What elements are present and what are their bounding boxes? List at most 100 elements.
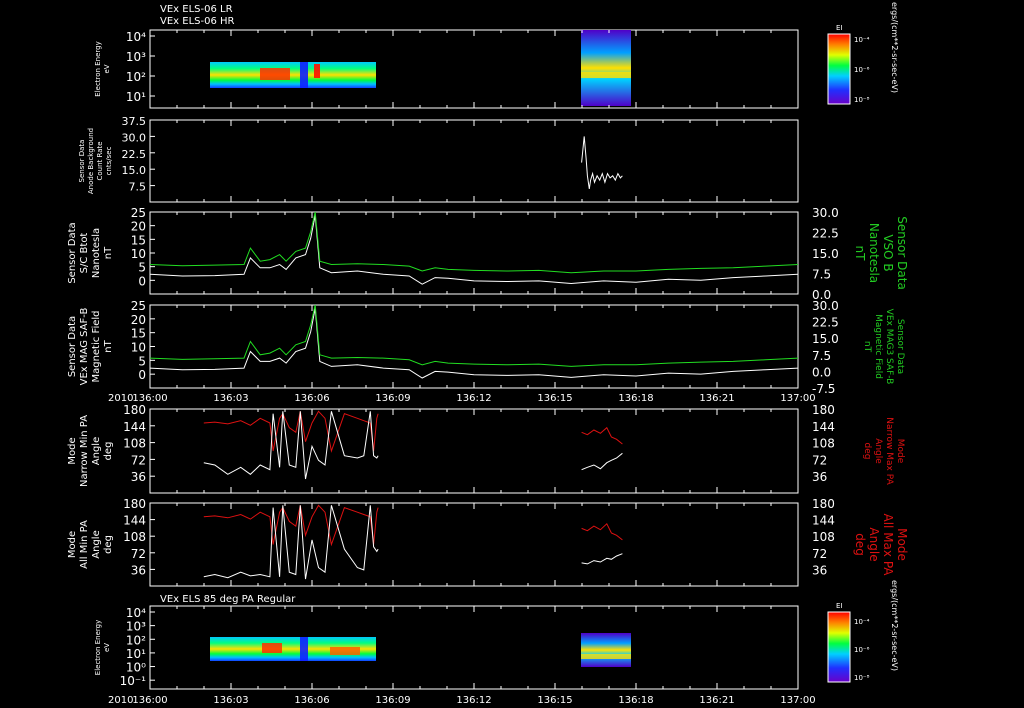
panel-4-ylabel-3: deg (103, 442, 114, 461)
panel-1-ytick-4: 7.5 (129, 181, 147, 194)
panel-2-ytick-0: 25 (131, 206, 146, 220)
panel-2-ytick-1: 20 (131, 220, 146, 234)
colorbar-top-tick-1: 10⁻⁶ (854, 66, 870, 74)
panel-frame-4 (149, 304, 799, 389)
panel-4-ylabel-right-1: Narrow Max PA (884, 417, 894, 485)
panel-2-ylabel-right-3: nT (853, 246, 867, 262)
spectrogram-1 (210, 30, 631, 106)
panel-5-ytick-right-1: 144 (812, 514, 835, 528)
panel-4-ytick-right-0: 180 (812, 403, 835, 417)
panel-2-ytick-3: 10 (131, 247, 146, 261)
panel-2-ylabel-2: Nanotesla (91, 228, 102, 278)
panel-1-ytick-3: 15.0 (122, 164, 147, 177)
panel-5-ylabel-right-1: All Max PA (881, 514, 895, 577)
time-tick-label-mid-5: 136:15 (537, 393, 572, 404)
time-tick-label-mid-8: 137:00 (780, 393, 815, 404)
panel-4-ylabel-1: Narrow Min PA (79, 415, 90, 487)
panel-3-ytick-right-0: 30.0 (812, 299, 839, 313)
panel-0-ytick-0: 10⁴ (126, 30, 146, 44)
panel-5-ylabel-right-3: deg (853, 533, 867, 556)
panel-3-ytick-right-4: 0.0 (812, 365, 831, 379)
panel-3-ytick-3: 10 (131, 341, 146, 355)
panel-frame-6 (149, 502, 799, 587)
colorbar-bottom-units: ergs/(cm**2-sr-sec-eV) (890, 580, 899, 671)
panel-6-ytick-3: 10¹ (126, 647, 146, 661)
spec7-block-b (581, 633, 631, 667)
time-tick-label-bottom-5: 136:15 (537, 695, 572, 706)
panel-4-ytick-4: 36 (131, 470, 146, 484)
colorbar-bottom-tick-1: 10⁻⁶ (854, 646, 870, 654)
panel-5-ytick-right-0: 180 (812, 497, 835, 511)
colorbar-top-tick-0: 10⁻⁴ (854, 36, 870, 44)
time-tick-label-bottom-2: 136:06 (294, 695, 329, 706)
panel-2-ytick-right-2: 15.0 (812, 247, 839, 261)
panel-3-series-0-white-line (149, 308, 799, 379)
panel-1-ylabel-2: Count Rate (96, 141, 104, 180)
panel-3-ylabel-3: nT (103, 339, 114, 352)
panel-5-ytick-3: 72 (131, 547, 146, 561)
spectrogram-7 (210, 633, 631, 667)
spec7-hotspot-b (330, 647, 360, 655)
panel-3-ylabel-1: VEx MAG SAF-B (79, 308, 90, 386)
panel-5-ylabel-3: deg (103, 535, 114, 554)
panel-2-ytick-right-1: 22.5 (812, 227, 839, 241)
panel-5-ylabel-right-2: Angle (867, 527, 881, 561)
colorbar-top-units: ergs/(cm**2-sr-sec-eV) (890, 2, 899, 93)
colorbar-bottom-fill (827, 611, 851, 683)
spec1-band-b (581, 72, 631, 78)
panel-4-series-2-red-line (581, 426, 623, 445)
panel-4-ylabel-2: Angle (91, 437, 102, 465)
multi-panel-plot: VEx ELS-06 LR VEx ELS-06 HR VEx ELS 85 d… (67, 2, 909, 706)
panel-3-ylabel-right-3: nT (862, 341, 872, 353)
panel-5-ylabel-0: Mode (67, 531, 78, 558)
spec7-band-b (581, 654, 631, 659)
spec1-hotspot-a (260, 68, 290, 80)
panel-frame-3 (149, 211, 799, 295)
panel-3-ylabel-right-2: Magnetic Field (873, 314, 883, 379)
panel-frame-2 (149, 119, 799, 203)
panel-3-ytick-0: 25 (131, 299, 146, 313)
panel-3-ytick-5: 0 (138, 368, 146, 382)
panel-3-ylabel-right-0: Sensor Data (895, 319, 905, 374)
time-tick-label-mid-2: 136:06 (294, 393, 329, 404)
time-tick-label-bottom-1: 136:03 (213, 695, 248, 706)
panel-2-ytick-4: 5 (138, 261, 146, 275)
panel-1-ylabel-1: Anode Background (87, 128, 95, 194)
colorbar-top-fill (827, 33, 851, 105)
panel-6-ytick-0: 10⁴ (126, 606, 146, 620)
panel-4-series-3-white-line (581, 452, 623, 471)
panel-4-series-0-red-line (203, 410, 379, 453)
time-tick-label-bottom-4: 136:12 (456, 695, 491, 706)
panel-3-series-1-green-line (149, 304, 799, 367)
panel-5-ytick-4: 36 (131, 563, 146, 577)
panel-2-series-1-green-line (149, 211, 799, 274)
spec7-gap-a (300, 637, 308, 661)
panel-4-ytick-right-1: 144 (812, 420, 835, 434)
panel-4-ylabel-right-0: Mode (895, 439, 905, 464)
spec1-block-b (581, 30, 631, 106)
panel-4-ylabel-right-3: deg (862, 443, 872, 460)
panel-4-series-1-white-line (203, 411, 379, 480)
panel-5-ytick-1: 144 (123, 514, 146, 528)
panel-5-ytick-right-4: 36 (812, 563, 827, 577)
panel-6-ytick-4: 10⁰ (126, 661, 146, 675)
colorbar-bottom: EI 10⁻⁴ 10⁻⁶ 10⁻⁸ ergs/(cm**2-sr-sec-eV) (827, 580, 899, 683)
panel-1-ytick-0: 37.5 (122, 115, 147, 128)
colorbar-bottom-title: EI (836, 602, 843, 610)
spec1-hotspot-b (314, 64, 320, 78)
panel-5-ylabel-2: Angle (91, 530, 102, 558)
panel-0-ytick-1: 10³ (126, 50, 146, 64)
panel-5-ylabel-1: All Min PA (79, 520, 90, 569)
panel-4-ylabel-right-2: Angle (873, 438, 883, 464)
panel-4-ytick-right-3: 72 (812, 453, 827, 467)
time-tick-label-mid-7: 136:21 (699, 393, 734, 404)
panel-4-ytick-2: 108 (123, 437, 146, 451)
panel-5-ytick-right-3: 72 (812, 547, 827, 561)
panel-2-ytick-right-0: 30.0 (812, 206, 839, 220)
panel-5-series-0-red-line (203, 504, 379, 547)
panel-3-ytick-right-2: 15.0 (812, 332, 839, 346)
panel-2-ylabel-0: Sensor Data (67, 222, 78, 283)
bottom-panel-title: VEx ELS 85 deg PA Regular (160, 594, 296, 605)
time-tick-label-bottom-7: 136:21 (699, 695, 734, 706)
panel-2-series-0-white-line (149, 215, 799, 285)
